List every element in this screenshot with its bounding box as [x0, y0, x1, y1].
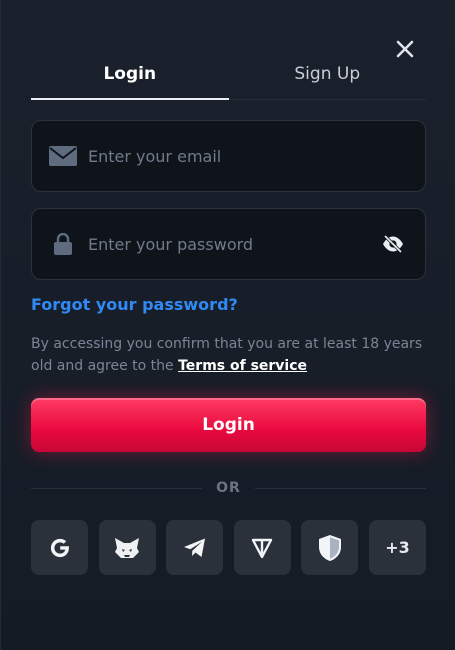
lock-icon: [48, 233, 78, 255]
telegram-icon: [183, 538, 205, 557]
metamask-login-button[interactable]: [98, 520, 156, 575]
telegram-login-button[interactable]: [166, 520, 224, 575]
metamask-icon: [115, 537, 140, 558]
password-input[interactable]: [88, 234, 381, 254]
more-logins-button[interactable]: +3: [368, 520, 426, 575]
email-field: [31, 120, 426, 192]
login-modal: Login Sign Up Forgot y: [0, 0, 455, 650]
forgot-password-link[interactable]: Forgot your password?: [31, 295, 238, 314]
mail-icon: [48, 146, 78, 166]
toggle-password-visibility[interactable]: [381, 235, 405, 253]
google-login-button[interactable]: [31, 520, 88, 575]
email-input[interactable]: [88, 146, 425, 166]
close-icon: [396, 40, 414, 58]
shield-icon: [318, 534, 341, 561]
login-button[interactable]: Login: [31, 398, 426, 452]
tab-sign-up[interactable]: Sign Up: [229, 60, 427, 99]
auth-tabs: Login Sign Up: [31, 60, 426, 100]
ton-icon: [252, 538, 273, 558]
more-logins-label: +3: [385, 538, 410, 557]
eye-off-icon: [383, 235, 403, 253]
divider-line: [31, 487, 203, 489]
ton-login-button[interactable]: [233, 520, 291, 575]
social-login-row: +3: [31, 520, 426, 575]
terms-notice: By accessing you confirm that you are at…: [31, 333, 426, 377]
terms-of-service-link[interactable]: Terms of service: [178, 358, 307, 374]
or-label: OR: [216, 480, 241, 496]
password-field: [31, 208, 426, 280]
close-button[interactable]: [393, 37, 417, 61]
shield-login-button[interactable]: [301, 520, 359, 575]
divider-line: [254, 487, 426, 489]
google-icon: [50, 538, 69, 557]
or-divider: OR: [31, 478, 426, 498]
tab-login[interactable]: Login: [31, 60, 229, 100]
